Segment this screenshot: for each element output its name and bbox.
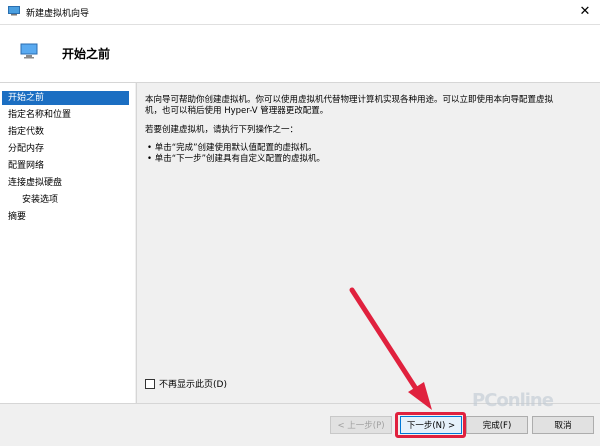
pointer-arrow-icon — [349, 287, 432, 410]
watermark-logo: PConline — [472, 390, 554, 411]
